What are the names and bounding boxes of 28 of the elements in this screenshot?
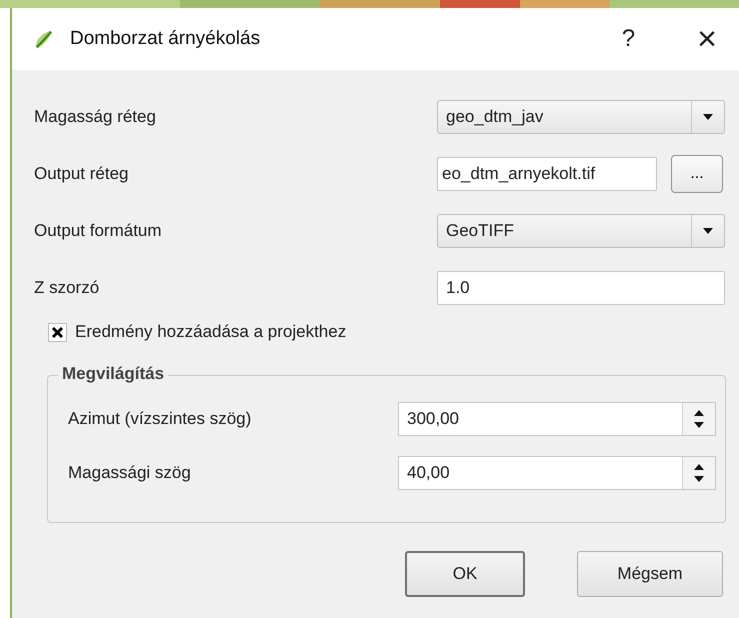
dropdown[interactable]: GeoTIFF	[437, 214, 725, 248]
checkbox-label: Eredmény hozzáadása a projekthez	[75, 322, 346, 342]
field-label: Output formátum	[34, 220, 163, 240]
dialog-button[interactable]: OK	[405, 551, 525, 597]
down-arrow-icon	[694, 476, 704, 482]
browse-button[interactable]: ...	[671, 154, 723, 192]
spin-box[interactable]: 40,00	[398, 456, 716, 490]
check-mark-icon	[51, 326, 64, 338]
field-label: Azimut (vízszintes szög)	[68, 409, 252, 429]
input-field[interactable]: eo_dtm_arnyekolt.tif	[437, 156, 657, 190]
checkbox[interactable]	[48, 322, 67, 342]
up-arrow-icon	[694, 410, 704, 416]
down-arrow-icon	[694, 422, 704, 428]
spin-box[interactable]: 300,00	[398, 402, 716, 436]
field-label: Output réteg	[34, 164, 130, 184]
group-title: Megvilágítás	[58, 364, 168, 384]
field-label: Z szorzó	[34, 278, 100, 298]
up-arrow-icon	[694, 464, 704, 470]
field-label: Magasság réteg	[34, 106, 157, 126]
dropdown-arrow-icon	[703, 114, 713, 120]
field-label: Magassági szög	[68, 463, 192, 483]
dropdown[interactable]: geo_dtm_jav	[437, 100, 725, 134]
window-title: Domborzat árnyékolás	[70, 28, 262, 50]
help-button[interactable]: ?	[622, 25, 636, 53]
dropdown-arrow-icon	[703, 228, 713, 234]
input-field[interactable]: 1.0	[437, 270, 725, 304]
close-button[interactable]: ×	[697, 20, 717, 58]
dialog-button[interactable]: Mégsem	[577, 551, 723, 597]
